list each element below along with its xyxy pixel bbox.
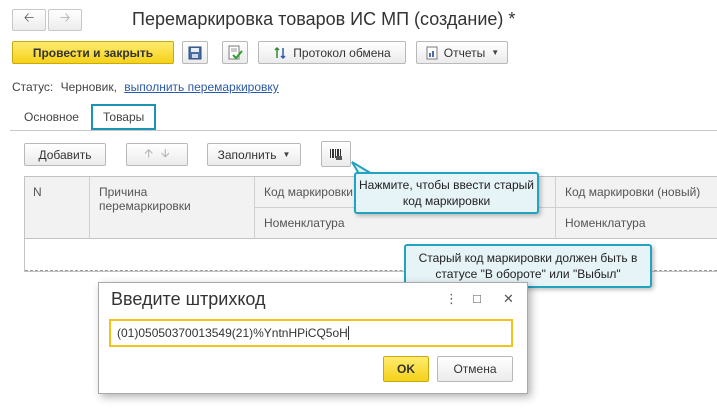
- save-button[interactable]: [182, 41, 208, 64]
- barcode-input[interactable]: (01)05050370013549(21)%YntnHPiCQ5oH: [109, 319, 513, 347]
- barcode-hint-text: Нажмите, чтобы ввести старый код маркиро…: [358, 178, 534, 208]
- report-icon: [426, 46, 438, 59]
- status-label: Статус:: [12, 80, 54, 94]
- close-icon[interactable]: ✕: [503, 291, 514, 307]
- back-button[interactable]: 🡠: [12, 9, 46, 31]
- arrow-left-icon: 🡠: [23, 10, 35, 25]
- tab-main[interactable]: Основное: [14, 104, 89, 130]
- barcode-hint-callout: Нажмите, чтобы ввести старый код маркиро…: [354, 172, 539, 214]
- arrow-up-icon: 🡩: [144, 146, 153, 160]
- barcode-input-value: (01)05050370013549(21)%YntnHPiCQ5oH: [117, 326, 348, 340]
- barcode-dialog: Введите штрихкод ⋮ □ ✕ (01)0505037001354…: [98, 282, 528, 394]
- post-button[interactable]: [222, 41, 248, 64]
- exchange-arrows-icon: [274, 46, 286, 59]
- chevron-down-icon: ▼: [491, 48, 500, 57]
- arrow-right-icon: 🡢: [59, 10, 71, 25]
- tab-goods[interactable]: Товары: [91, 104, 157, 130]
- document-post-icon: [228, 45, 243, 59]
- reports-label: Отчеты: [443, 45, 486, 60]
- exchange-protocol-label: Протокол обмена: [293, 45, 391, 60]
- status-hint-text: Старый код маркировки должен быть в стат…: [418, 251, 638, 281]
- col-divider: [89, 177, 90, 239]
- move-buttons[interactable]: 🡩 🡫: [126, 143, 188, 166]
- column-header-code[interactable]: Код маркировки: [264, 185, 353, 199]
- floppy-disk-icon: [188, 46, 202, 59]
- status-value: Черновик,: [60, 80, 117, 94]
- cancel-button[interactable]: Отмена: [437, 356, 513, 382]
- reports-button[interactable]: Отчеты ▼: [416, 41, 508, 64]
- fill-button[interactable]: Заполнить ▼: [207, 143, 301, 166]
- barcode-scanner-icon: [330, 149, 342, 160]
- more-options-icon[interactable]: ⋮: [445, 291, 458, 307]
- column-header-nomenclature[interactable]: Номенклатура: [264, 216, 345, 230]
- barcode-scan-button[interactable]: [321, 141, 351, 167]
- text-cursor: [347, 326, 349, 340]
- add-button[interactable]: Добавить: [24, 143, 106, 166]
- row-divider: [555, 207, 717, 208]
- column-header-n[interactable]: N: [33, 185, 42, 199]
- page-title: Перемаркировка товаров ИС МП (создание) …: [132, 9, 516, 29]
- status-line: Статус: Черновик, выполнить перемаркиров…: [12, 80, 279, 94]
- ok-button[interactable]: OK: [383, 356, 429, 382]
- column-header-reason[interactable]: Причина перемаркировки: [99, 185, 229, 213]
- col-divider: [254, 177, 255, 239]
- column-header-new-code[interactable]: Код маркировки (новый): [565, 185, 700, 199]
- maximize-icon[interactable]: □: [473, 291, 481, 306]
- column-header-new-nomenclature[interactable]: Номенклатура: [565, 216, 646, 230]
- col-divider: [555, 177, 556, 239]
- arrow-down-icon: 🡫: [161, 146, 170, 160]
- fill-label: Заполнить: [217, 147, 277, 162]
- post-and-close-button[interactable]: Провести и закрыть: [12, 41, 174, 64]
- exchange-protocol-button[interactable]: Протокол обмена: [258, 41, 406, 64]
- perform-remarking-link[interactable]: выполнить перемаркировку: [124, 80, 279, 94]
- dialog-title: Введите штрихкод: [111, 289, 266, 309]
- chevron-down-icon: ▼: [282, 150, 291, 159]
- tabs-divider: [10, 130, 717, 131]
- forward-button[interactable]: 🡢: [48, 9, 82, 31]
